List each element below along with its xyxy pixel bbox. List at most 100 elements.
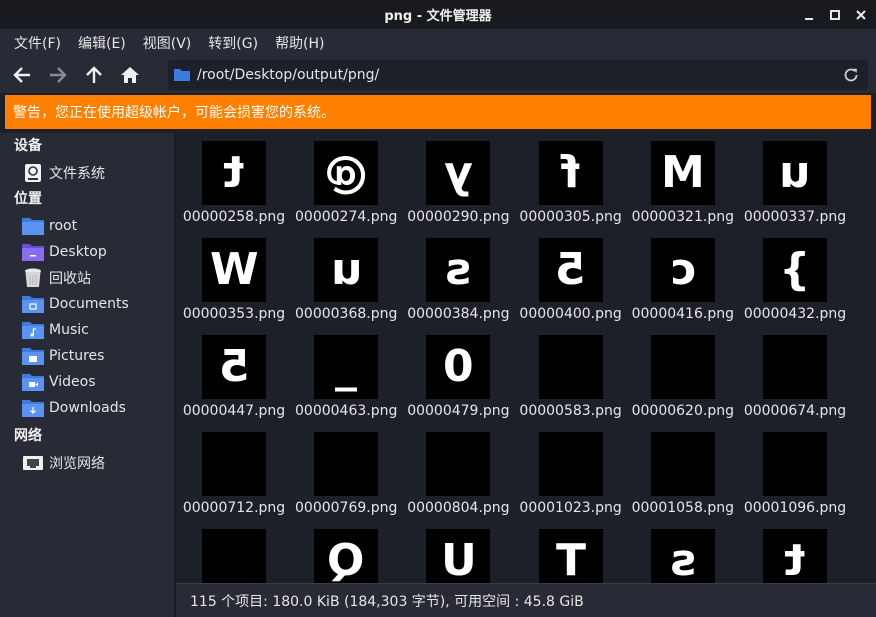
file-item[interactable]: 0 00000479.png (407, 333, 510, 427)
sidebar-item-filesystem[interactable]: 文件系统 (0, 160, 174, 186)
file-item[interactable]: f 00000305.png (519, 139, 622, 233)
file-name: 00000337.png (743, 209, 847, 225)
file-thumbnail (763, 335, 827, 399)
location-path[interactable]: /root/Desktop/output/png/ (197, 67, 840, 83)
file-thumbnail: f (538, 141, 603, 205)
file-thumbnail: t (763, 529, 827, 583)
toolbar: /root/Desktop/output/png/ (0, 57, 876, 93)
file-item[interactable]: T (521, 527, 621, 583)
menu-view[interactable]: 视图(V) (143, 33, 192, 53)
file-thumbnail: s (650, 529, 715, 583)
thumbnail-glyph: _ (335, 341, 358, 392)
sidebar-item-trash[interactable]: 回收站 (0, 265, 174, 291)
sidebar-item-browse-network[interactable]: 浏览网络 (0, 450, 174, 476)
file-item[interactable]: t (745, 527, 845, 583)
sidebar-item-label: 浏览网络 (49, 456, 105, 472)
file-thumbnail: M (650, 141, 715, 205)
file-name: 00000353.png (182, 306, 286, 322)
file-item[interactable]: 00001058.png (632, 430, 734, 524)
file-item[interactable]: 5 00000447.png (183, 333, 285, 427)
sidebar-item-documents[interactable]: Documents (0, 291, 174, 317)
file-item[interactable]: u 00000368.png (295, 236, 397, 330)
location-bar[interactable]: /root/Desktop/output/png/ (168, 60, 868, 90)
file-item[interactable]: Q (296, 527, 396, 583)
file-item[interactable]: 00000583.png (519, 333, 622, 427)
file-item[interactable]: @00000274.png (295, 139, 397, 233)
file-thumbnail: _ (314, 335, 379, 399)
forward-button[interactable] (41, 58, 75, 92)
file-item[interactable]: t 00000258.png (183, 139, 285, 233)
file-item[interactable]: c 00000416.png (632, 236, 734, 330)
file-thumbnail: } (763, 238, 827, 302)
file-thumbnail: c (650, 238, 715, 302)
folder-documents-icon (22, 294, 44, 314)
file-item[interactable]: 00000804.png (407, 430, 510, 524)
file-item[interactable]: 00000712.png (183, 430, 285, 524)
sidebar-item-label: 回收站 (49, 271, 91, 287)
file-item[interactable]: M 00000321.png (632, 139, 734, 233)
file-view[interactable]: t 00000258.png @00000274.png y 00000290.png f… (176, 133, 876, 583)
back-button[interactable] (5, 58, 39, 92)
file-item[interactable]: 00001096.png (744, 430, 846, 524)
file-item[interactable]: 00000674.png (744, 333, 846, 427)
menu-edit[interactable]: 编辑(E) (78, 33, 126, 53)
close-icon[interactable] (854, 8, 868, 22)
sidebar-item-videos[interactable]: Videos (0, 369, 174, 395)
file-item[interactable]: 00000769.png (295, 430, 397, 524)
file-name: 00000305.png (519, 209, 622, 225)
file-item[interactable] (184, 527, 284, 583)
sidebar-item-label: Videos (49, 374, 96, 390)
file-name: 00000368.png (295, 306, 398, 322)
file-thumbnail: s (426, 238, 491, 302)
sidebar-item-music[interactable]: Music (0, 317, 174, 343)
file-item[interactable]: y 00000290.png (407, 139, 510, 233)
file-name: 00001096.png (743, 500, 847, 516)
file-thumbnail (426, 432, 491, 496)
sidebar-item-desktop[interactable]: Desktop (0, 239, 174, 265)
up-button[interactable] (77, 58, 111, 92)
title-bar: png - 文件管理器 (0, 0, 876, 29)
file-item[interactable]: u 00000337.png (744, 139, 846, 233)
thumbnail-glyph: u (779, 147, 811, 198)
thumbnail-glyph: s (669, 535, 696, 583)
folder-downloads-icon (22, 398, 44, 418)
sidebar-item-label: root (49, 218, 78, 234)
file-item[interactable]: W 00000353.png (183, 236, 285, 330)
file-name: 00000432.png (743, 306, 847, 322)
file-thumbnail: W (202, 238, 266, 302)
sidebar-item-label: Downloads (49, 400, 126, 416)
file-item[interactable]: 00001023.png (519, 430, 622, 524)
sidebar-item-root[interactable]: root (0, 213, 174, 239)
file-thumbnail (650, 335, 715, 399)
file-name: 00000258.png (182, 209, 286, 225)
status-text: 115 个项目: 180.0 KiB (184,303 字节), 可用空间 : … (190, 593, 584, 610)
sidebar-item-downloads[interactable]: Downloads (0, 395, 174, 421)
maximize-icon[interactable] (828, 8, 842, 22)
file-name: 00000384.png (407, 306, 510, 322)
file-item[interactable]: U (408, 527, 508, 583)
sidebar-item-pictures[interactable]: Pictures (0, 343, 174, 369)
thumbnail-glyph: Q (327, 535, 365, 583)
sidebar-item-label: Desktop (49, 244, 107, 260)
menu-help[interactable]: 帮助(H) (275, 33, 324, 53)
menu-go[interactable]: 转到(G) (208, 33, 258, 53)
file-name: 00000321.png (631, 209, 734, 225)
file-item[interactable]: } 00000432.png (744, 236, 846, 330)
file-item[interactable]: _ 00000463.png (295, 333, 397, 427)
folder-home-icon (22, 216, 44, 236)
menu-file[interactable]: 文件(F) (14, 33, 61, 53)
window-title: png - 文件管理器 (384, 9, 492, 24)
file-item[interactable]: 5 00000400.png (519, 236, 622, 330)
minimize-icon[interactable] (802, 8, 816, 22)
file-thumbnail: 5 (202, 335, 266, 399)
home-button[interactable] (113, 58, 147, 92)
reload-icon[interactable] (840, 64, 862, 86)
file-item[interactable]: s 00000384.png (407, 236, 510, 330)
sidebar-heading-network: 网络 (14, 428, 42, 444)
thumbnail-glyph: c (669, 244, 696, 295)
file-item[interactable]: s (633, 527, 733, 583)
file-item[interactable]: 00000620.png (632, 333, 734, 427)
file-name: 00000769.png (295, 500, 398, 516)
file-thumbnail: y (426, 141, 491, 205)
thumbnail-glyph: t (223, 147, 245, 198)
